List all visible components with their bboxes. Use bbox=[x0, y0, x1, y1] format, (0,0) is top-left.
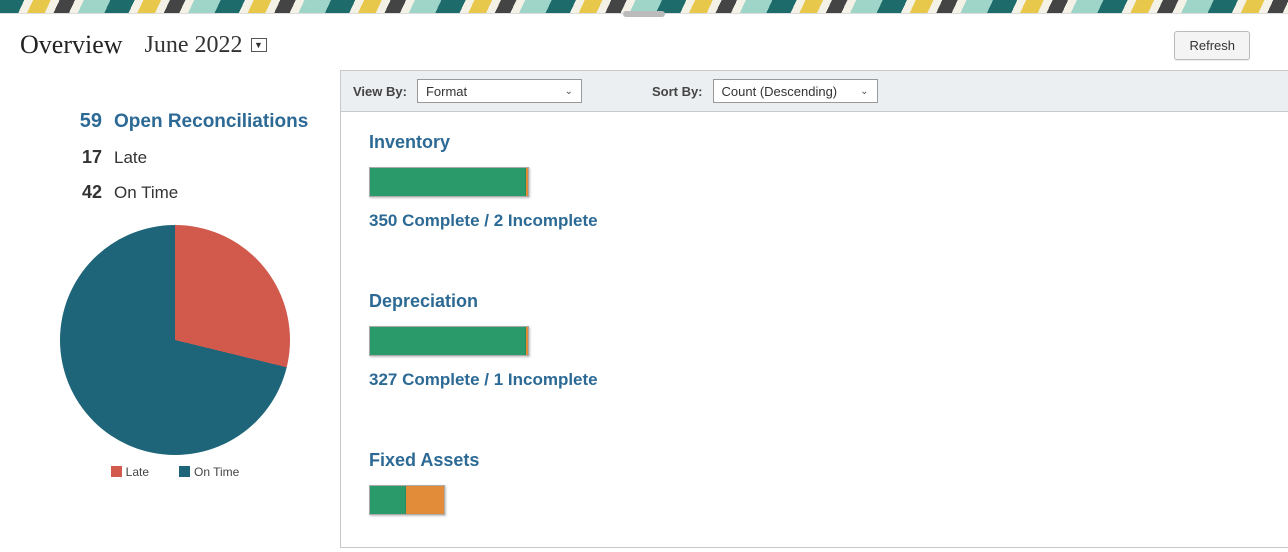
period-selector[interactable]: June 2022 ▼ bbox=[145, 32, 267, 59]
refresh-button[interactable]: Refresh bbox=[1174, 31, 1250, 60]
metric-count: 17 bbox=[70, 147, 102, 168]
category-list[interactable]: Inventory 350 Complete / 2 Incomplete Depr… bbox=[341, 112, 1288, 547]
category-summary: 350 Complete / 2 Incomplete bbox=[369, 211, 1260, 231]
legend-late: Late bbox=[111, 465, 149, 479]
color-swatch-icon bbox=[111, 466, 122, 477]
color-swatch-icon bbox=[179, 466, 190, 477]
pie-legend: Late On Time bbox=[20, 465, 330, 479]
metric-label: Open Reconciliations bbox=[114, 111, 308, 133]
progress-bar-fill bbox=[370, 486, 406, 514]
view-by-label: View By: bbox=[353, 84, 407, 99]
category-item[interactable]: Inventory 350 Complete / 2 Incomplete bbox=[369, 132, 1260, 231]
view-by-select[interactable]: Format ⌄ bbox=[417, 79, 582, 103]
chevron-down-icon: ⌄ bbox=[860, 86, 868, 97]
select-value: Format bbox=[426, 84, 467, 99]
sort-by-label: Sort By: bbox=[652, 84, 703, 99]
category-item[interactable]: Fixed Assets bbox=[369, 450, 1260, 515]
decorative-ribbon bbox=[0, 0, 1288, 14]
progress-bar bbox=[369, 485, 445, 515]
metric-label: On Time bbox=[114, 183, 178, 203]
progress-bar-fill bbox=[370, 168, 526, 196]
metric-late[interactable]: 17 Late bbox=[70, 147, 330, 168]
metric-count: 59 bbox=[70, 110, 102, 133]
status-pie-chart bbox=[60, 225, 290, 455]
detail-panel: View By: Format ⌄ Sort By: Count (Descen… bbox=[340, 70, 1288, 548]
select-value: Count (Descending) bbox=[722, 84, 838, 99]
page-header: Overview June 2022 ▼ Refresh bbox=[0, 14, 1288, 70]
progress-bar-fill bbox=[370, 327, 526, 355]
page-title: Overview bbox=[20, 30, 123, 60]
metric-label: Late bbox=[114, 148, 147, 168]
category-title: Fixed Assets bbox=[369, 450, 1260, 471]
category-summary: 327 Complete / 1 Incomplete bbox=[369, 370, 1260, 390]
progress-bar bbox=[369, 167, 529, 197]
filter-bar: View By: Format ⌄ Sort By: Count (Descen… bbox=[341, 71, 1288, 112]
chevron-down-icon: ▼ bbox=[251, 38, 267, 52]
category-title: Depreciation bbox=[369, 291, 1260, 312]
sort-by-select[interactable]: Count (Descending) ⌄ bbox=[713, 79, 878, 103]
metric-open-reconciliations[interactable]: 59 Open Reconciliations bbox=[70, 110, 330, 133]
metric-count: 42 bbox=[70, 182, 102, 203]
period-label: June 2022 bbox=[145, 32, 243, 59]
chevron-down-icon: ⌄ bbox=[565, 86, 573, 97]
category-title: Inventory bbox=[369, 132, 1260, 153]
progress-bar bbox=[369, 326, 529, 356]
category-item[interactable]: Depreciation 327 Complete / 1 Incomplete bbox=[369, 291, 1260, 390]
summary-panel: 59 Open Reconciliations 17 Late 42 On Ti… bbox=[0, 70, 340, 548]
metric-on-time[interactable]: 42 On Time bbox=[70, 182, 330, 203]
legend-on-time: On Time bbox=[179, 465, 239, 479]
